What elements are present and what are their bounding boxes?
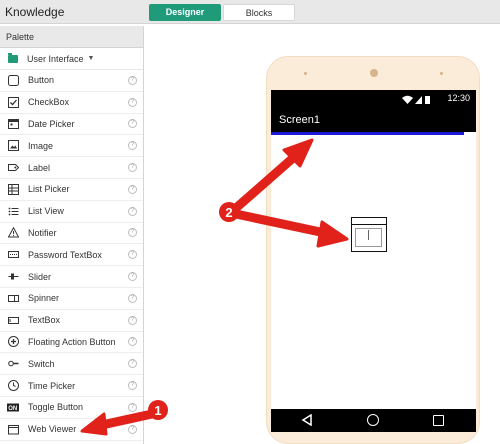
palette-item-label: Image: [28, 140, 54, 151]
label-icon: [7, 162, 19, 174]
switch-icon: [7, 358, 19, 370]
help-icon[interactable]: ?: [128, 402, 137, 412]
palette-item-label: Password TextBox: [28, 249, 102, 260]
palette-item-button[interactable]: Button ?: [0, 70, 143, 92]
help-icon[interactable]: ?: [128, 424, 137, 434]
status-time: 12:30: [447, 93, 470, 103]
help-icon[interactable]: ?: [128, 315, 137, 325]
fab-icon: [7, 336, 19, 348]
phone-sensor: [304, 72, 307, 75]
help-icon[interactable]: ?: [128, 163, 137, 173]
back-icon[interactable]: [301, 413, 313, 428]
palette-item-label: TextBox: [28, 315, 61, 326]
spinner-icon: [7, 292, 19, 304]
category-user-interface[interactable]: User Interface ▼: [0, 48, 143, 70]
palette-item-list-picker[interactable]: List Picker ?: [0, 179, 143, 201]
status-bar: 12:30: [271, 90, 476, 108]
folder-icon: [8, 52, 18, 63]
toggle-on-icon: ON: [7, 401, 19, 413]
screen-title: Screen1: [279, 114, 320, 126]
phone-sensor: [440, 72, 443, 75]
palette-item-list-view[interactable]: List View ?: [0, 201, 143, 223]
palette-item-label: Floating Action Button: [28, 336, 116, 347]
signal-icon: [415, 96, 422, 104]
textbox-icon: [7, 314, 19, 326]
palette-item-label: Spinner: [28, 293, 60, 304]
palette-item-web-viewer[interactable]: Web Viewer ?: [0, 419, 143, 441]
palette-item-label: List Picker: [28, 184, 70, 195]
help-icon[interactable]: ?: [128, 272, 137, 282]
palette-item-label: Slider: [28, 271, 52, 282]
battery-icon: [425, 96, 430, 104]
palette-item-date-picker[interactable]: Date Picker ?: [0, 114, 143, 136]
list-picker-icon: [7, 183, 19, 195]
palette-item-label[interactable]: Label ?: [0, 157, 143, 179]
list-view-icon: [7, 205, 19, 217]
help-icon[interactable]: ?: [128, 381, 137, 391]
phone-camera: [370, 69, 378, 77]
screen-title-bar[interactable]: Screen1: [271, 108, 476, 132]
help-icon[interactable]: ?: [128, 97, 137, 107]
palette-header: Palette: [0, 26, 143, 48]
palette-item-label: CheckBox: [28, 97, 70, 108]
slider-icon: [7, 271, 19, 283]
wifi-icon: [402, 95, 413, 104]
palette-item-switch[interactable]: Switch ?: [0, 353, 143, 376]
palette-item-label: List View: [28, 206, 64, 217]
web-viewer-cursor: [368, 230, 369, 240]
password-icon: [7, 249, 19, 261]
palette-item-label: Date Picker: [28, 118, 75, 129]
palette-item-label: Web Viewer: [28, 424, 77, 435]
palette-item-slider[interactable]: Slider ?: [0, 266, 143, 288]
palette-item-label: Button: [28, 75, 55, 86]
palette-item-label: Switch: [28, 358, 55, 369]
clock-icon: [7, 380, 19, 392]
palette-item-image[interactable]: Image ?: [0, 135, 143, 158]
palette-item-textbox[interactable]: TextBox ?: [0, 310, 143, 332]
palette-item-checkbox[interactable]: CheckBox ?: [0, 92, 143, 114]
app-title: Knowledge: [5, 5, 65, 19]
palette-item-time-picker[interactable]: Time Picker ?: [0, 375, 143, 397]
status-icons: [402, 95, 436, 106]
tab-blocks[interactable]: Blocks: [223, 4, 295, 21]
top-bar: Knowledge Designer Blocks: [0, 0, 500, 24]
web-viewer-component[interactable]: [351, 217, 387, 252]
image-icon: [7, 140, 19, 152]
palette-item-label: Toggle Button: [28, 402, 84, 413]
calendar-icon: [7, 118, 19, 130]
tab-designer[interactable]: Designer: [149, 4, 221, 21]
palette-item-password-textbox[interactable]: Password TextBox ?: [0, 244, 143, 267]
web-viewer-toolbar: [352, 218, 386, 225]
web-viewer-icon: [7, 423, 19, 435]
home-icon[interactable]: [367, 414, 379, 426]
button-icon: [7, 74, 19, 86]
palette-item-label: Time Picker: [28, 380, 76, 391]
palette-item-spinner[interactable]: Spinner ?: [0, 288, 143, 310]
category-label: User Interface: [27, 53, 84, 64]
palette-item-floating-action-button[interactable]: Floating Action Button ?: [0, 332, 143, 354]
help-icon[interactable]: ?: [128, 184, 137, 194]
warning-icon: [7, 227, 19, 239]
palette-panel: Palette User Interface ▼ Button ? CheckB…: [0, 26, 144, 444]
palette-item-label: Label: [28, 162, 51, 173]
help-icon[interactable]: ?: [128, 75, 137, 85]
recent-apps-icon[interactable]: [433, 415, 444, 426]
svg-text:ON: ON: [8, 406, 17, 412]
screen-accent-line: [271, 132, 464, 135]
phone-screen[interactable]: [271, 90, 476, 432]
help-icon[interactable]: ?: [128, 206, 137, 216]
palette-item-toggle-button[interactable]: ON Toggle Button ?: [0, 397, 143, 419]
palette-item-label: Notifier: [28, 227, 57, 238]
android-nav-bar: [271, 409, 476, 432]
palette-item-notifier[interactable]: Notifier ?: [0, 223, 143, 245]
help-icon[interactable]: ?: [128, 293, 137, 303]
caret-down-icon: ▼: [87, 55, 95, 62]
checkbox-icon: [7, 96, 19, 108]
